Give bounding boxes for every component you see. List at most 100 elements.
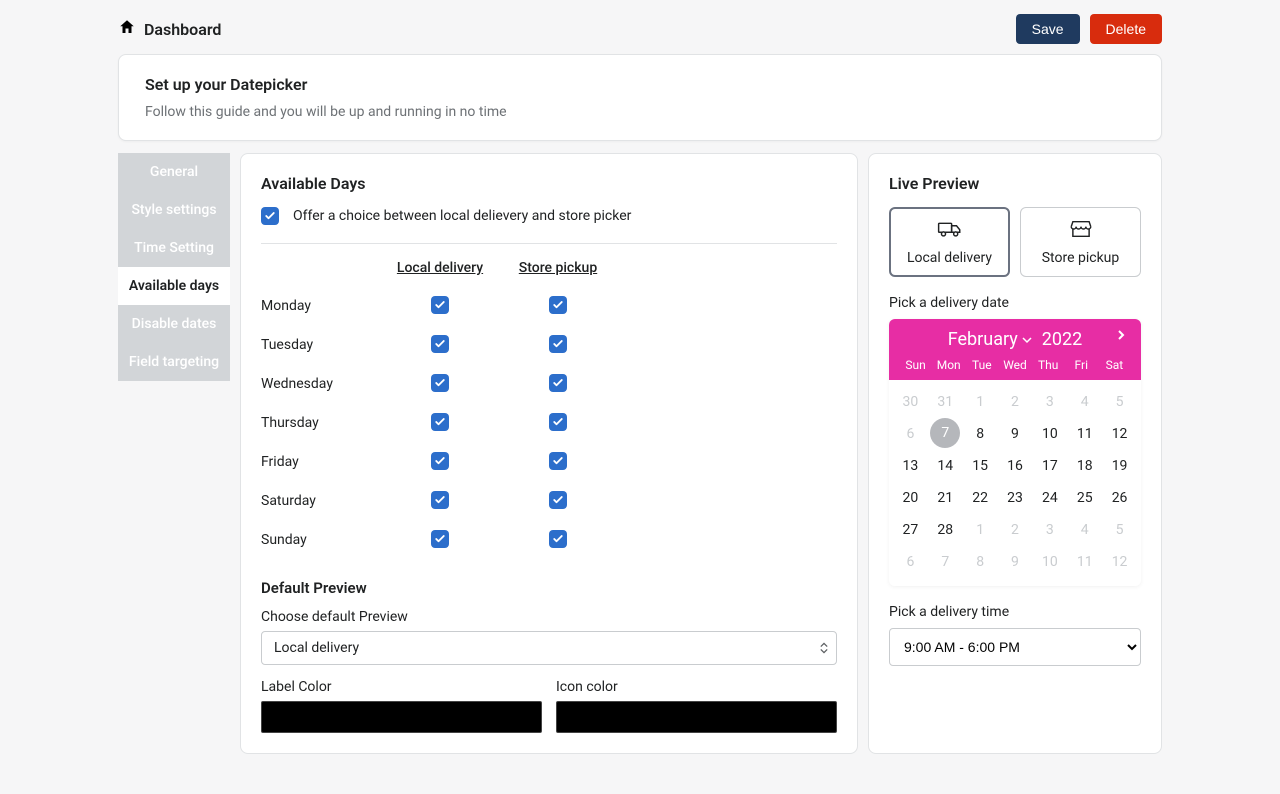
default-preview-select[interactable]: Local delivery [261, 631, 837, 665]
calendar-day[interactable]: 14 [928, 450, 963, 482]
day-name: Thursday [261, 415, 381, 431]
local-checkbox[interactable] [431, 452, 449, 470]
calendar: February 2022 SunMonTueWedThuFriSat 3031… [889, 319, 1141, 586]
calendar-day: 1 [963, 514, 998, 546]
calendar-day: 8 [963, 546, 998, 578]
calendar-day[interactable]: 16 [998, 450, 1033, 482]
sidebar-item-style-settings[interactable]: Style settings [118, 191, 230, 229]
calendar-day[interactable]: 15 [963, 450, 998, 482]
calendar-next-button[interactable] [1115, 329, 1127, 345]
local-checkbox[interactable] [431, 413, 449, 431]
day-row: Wednesday [261, 364, 837, 403]
calendar-day: 3 [1032, 386, 1067, 418]
chevron-updown-icon [820, 643, 828, 654]
calendar-day: 1 [963, 386, 998, 418]
truck-icon [937, 218, 963, 244]
delete-button[interactable]: Delete [1090, 14, 1162, 44]
calendar-day[interactable]: 13 [893, 450, 928, 482]
day-name: Tuesday [261, 337, 381, 353]
calendar-month-select[interactable]: February [948, 329, 1032, 350]
default-preview-heading: Default Preview [261, 579, 837, 597]
calendar-dow: Fri [1065, 358, 1098, 372]
pickup-checkbox[interactable] [549, 374, 567, 392]
day-name: Sunday [261, 532, 381, 548]
guide-subtitle: Follow this guide and you will be up and… [145, 104, 1135, 120]
default-preview-label: Choose default Preview [261, 609, 837, 625]
pickup-checkbox[interactable] [549, 530, 567, 548]
pickup-checkbox[interactable] [549, 452, 567, 470]
calendar-day[interactable]: 23 [998, 482, 1033, 514]
calendar-day[interactable]: 28 [928, 514, 963, 546]
sidebar-item-disable-dates[interactable]: Disable dates [118, 305, 230, 343]
calendar-day[interactable]: 27 [893, 514, 928, 546]
calendar-day[interactable]: 25 [1067, 482, 1102, 514]
calendar-day: 5 [1102, 386, 1137, 418]
store-icon [1068, 218, 1094, 244]
calendar-year[interactable]: 2022 [1042, 329, 1082, 350]
save-button[interactable]: Save [1016, 14, 1080, 44]
calendar-day[interactable]: 19 [1102, 450, 1137, 482]
calendar-day: 12 [1102, 546, 1137, 578]
pick-date-label: Pick a delivery date [889, 295, 1141, 311]
calendar-day: 6 [893, 418, 928, 450]
calendar-dow: Sun [899, 358, 932, 372]
calendar-day: 10 [1032, 546, 1067, 578]
day-row: Thursday [261, 403, 837, 442]
chevron-down-icon [1022, 336, 1032, 344]
label-color-swatch[interactable] [261, 701, 542, 733]
local-checkbox[interactable] [431, 335, 449, 353]
day-row: Monday [261, 286, 837, 325]
toggle-local-delivery[interactable]: Local delivery [889, 207, 1010, 277]
available-days-panel: Available Days Offer a choice between lo… [240, 153, 858, 754]
calendar-day[interactable]: 17 [1032, 450, 1067, 482]
sidebar-item-time-setting[interactable]: Time Setting [118, 229, 230, 267]
sidebar-item-available-days[interactable]: Available days [118, 267, 230, 305]
day-row: Tuesday [261, 325, 837, 364]
calendar-day: 6 [893, 546, 928, 578]
calendar-day[interactable]: 22 [963, 482, 998, 514]
calendar-day[interactable]: 24 [1032, 482, 1067, 514]
pickup-checkbox[interactable] [549, 413, 567, 431]
local-checkbox[interactable] [431, 374, 449, 392]
local-checkbox[interactable] [431, 296, 449, 314]
time-select[interactable]: 9:00 AM - 6:00 PM [889, 628, 1141, 666]
calendar-day[interactable]: 10 [1032, 418, 1067, 450]
pickup-checkbox[interactable] [549, 491, 567, 509]
calendar-dow: Mon [932, 358, 965, 372]
pick-time-label: Pick a delivery time [889, 604, 1141, 620]
calendar-month: February [948, 329, 1018, 350]
chevron-right-icon [1115, 329, 1127, 341]
offer-checkbox[interactable] [261, 207, 279, 225]
calendar-day[interactable]: 21 [928, 482, 963, 514]
calendar-day[interactable]: 20 [893, 482, 928, 514]
calendar-day[interactable]: 8 [963, 418, 998, 450]
day-row: Sunday [261, 520, 837, 559]
calendar-day[interactable]: 12 [1102, 418, 1137, 450]
calendar-day[interactable]: 26 [1102, 482, 1137, 514]
brand[interactable]: Dashboard [118, 18, 221, 40]
sidebar-item-field-targeting[interactable]: Field targeting [118, 343, 230, 381]
local-checkbox[interactable] [431, 530, 449, 548]
calendar-day[interactable]: 9 [998, 418, 1033, 450]
pickup-checkbox[interactable] [549, 335, 567, 353]
available-heading: Available Days [261, 174, 837, 193]
pickup-checkbox[interactable] [549, 296, 567, 314]
calendar-day: 4 [1067, 514, 1102, 546]
calendar-dow: Thu [1032, 358, 1065, 372]
icon-color-swatch[interactable] [556, 701, 837, 733]
icon-color-label: Icon color [556, 679, 837, 695]
calendar-day: 30 [893, 386, 928, 418]
calendar-day[interactable]: 7 [930, 418, 960, 448]
day-name: Monday [261, 298, 381, 314]
sidebar-item-general[interactable]: General [118, 153, 230, 191]
local-checkbox[interactable] [431, 491, 449, 509]
calendar-dow: Tue [965, 358, 998, 372]
default-preview-value: Local delivery [274, 640, 359, 656]
calendar-day[interactable]: 18 [1067, 450, 1102, 482]
brand-label: Dashboard [144, 20, 221, 39]
guide-card: Set up your Datepicker Follow this guide… [118, 54, 1162, 141]
calendar-day: 11 [1067, 546, 1102, 578]
label-color-label: Label Color [261, 679, 542, 695]
calendar-day[interactable]: 11 [1067, 418, 1102, 450]
toggle-store-pickup[interactable]: Store pickup [1020, 207, 1141, 277]
